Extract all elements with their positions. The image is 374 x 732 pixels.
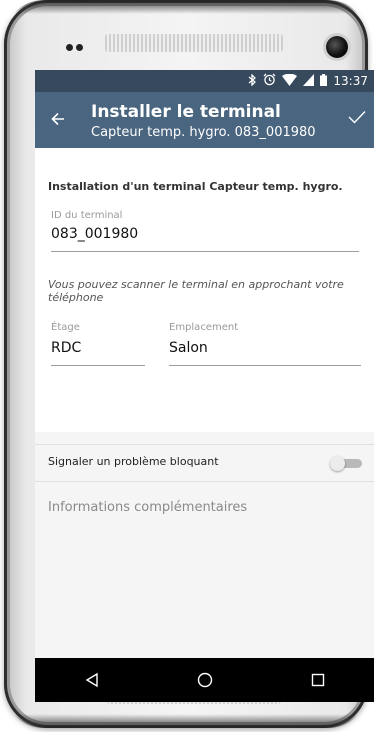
toggle-thumb [330, 456, 345, 471]
home-circle-icon[interactable] [185, 665, 225, 695]
floor-field[interactable]: Étage RDC [51, 322, 145, 366]
signal-icon [303, 73, 315, 89]
back-triangle-icon[interactable] [72, 665, 112, 695]
blocking-problem-label: Signaler un problème bloquant [48, 455, 219, 468]
terminal-id-field[interactable]: ID du terminal 083_001980 [51, 210, 359, 252]
arrow-left-icon[interactable] [51, 106, 65, 132]
navigation-bar [35, 658, 374, 702]
sensor-dot [66, 44, 73, 51]
alarm-icon [263, 73, 276, 89]
sensor-dot [76, 44, 83, 51]
terminal-id-label: ID du terminal [51, 210, 123, 221]
blocking-problem-row[interactable]: Signaler un problème bloquant [35, 444, 374, 482]
location-label: Emplacement [169, 322, 239, 333]
front-camera [326, 36, 348, 58]
bluetooth-icon [248, 72, 257, 89]
floor-value[interactable]: RDC [51, 340, 145, 356]
floor-underline [51, 365, 145, 366]
scan-hint: Vous pouvez scanner le terminal en appro… [48, 278, 344, 304]
location-field[interactable]: Emplacement Salon [169, 322, 361, 366]
battery-icon [320, 73, 328, 89]
app-bar: Installer le terminal Capteur temp. hygr… [35, 92, 374, 148]
status-bar: 13:37 [35, 70, 374, 92]
page-subtitle: Capteur temp. hygro. 083_001980 [91, 125, 316, 140]
wifi-icon [282, 73, 298, 89]
additional-info-input[interactable]: Informations complémentaires [35, 482, 374, 638]
floor-label: Étage [51, 322, 80, 333]
status-time: 13:37 [333, 74, 368, 88]
install-form: Installation d'un terminal Capteur temp.… [35, 148, 374, 432]
form-heading: Installation d'un terminal Capteur temp.… [48, 180, 343, 193]
app-bar-titles: Installer le terminal Capteur temp. hygr… [91, 102, 316, 141]
terminal-id-value[interactable]: 083_001980 [51, 226, 359, 242]
terminal-id-underline [51, 251, 359, 252]
page-title: Installer le terminal [91, 102, 281, 122]
blocking-problem-toggle[interactable] [330, 456, 364, 471]
section-divider [35, 432, 374, 444]
check-icon[interactable] [348, 108, 366, 130]
location-value[interactable]: Salon [169, 340, 361, 356]
location-underline [169, 365, 361, 366]
top-speaker-grille [105, 34, 283, 52]
phone-screen: 13:37 Installer le terminal Capteur temp… [35, 70, 374, 702]
recents-square-icon[interactable] [298, 665, 338, 695]
additional-info-placeholder: Informations complémentaires [48, 500, 248, 515]
